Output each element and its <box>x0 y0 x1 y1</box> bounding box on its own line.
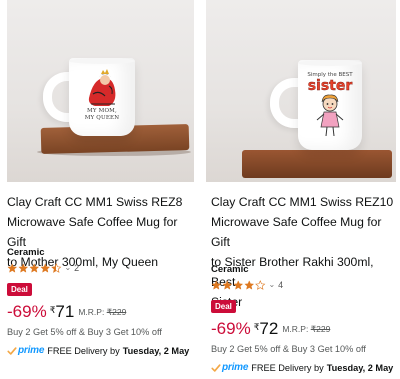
prime-label: prime <box>18 345 45 356</box>
product-title-link[interactable]: Clay Craft CC MM1 Swiss REZ8 Microwave S… <box>7 192 196 272</box>
discount-percent: -69% <box>211 319 251 338</box>
title-line: Microwave Safe Coffee Mug for Gift <box>211 215 382 249</box>
delivery-info: prime FREE Delivery by Tuesday, 2 May <box>211 362 393 373</box>
mug-print-text: MY MOM, MY QUEEN <box>73 108 131 121</box>
product-image[interactable]: Simply the BEST sister <box>206 0 396 182</box>
product-grid: MY MOM, MY QUEEN Clay Craft CC MM1 Swiss… <box>0 0 400 379</box>
mug: MY MOM, MY QUEEN <box>69 58 135 136</box>
price-amount[interactable]: 72 <box>259 319 278 339</box>
star-icon <box>233 280 244 290</box>
rating-widget[interactable]: ⌄ 2 <box>7 262 79 274</box>
review-count[interactable]: 2 <box>74 263 79 273</box>
star-icon <box>40 263 51 273</box>
mrp-label: M.R.P: <box>78 307 105 317</box>
star-rating <box>211 279 266 291</box>
offer-text: Buy 2 Get 5% off & Buy 3 Get 10% off <box>211 344 366 354</box>
prime-badge: prime <box>211 362 248 373</box>
product-brand: Ceramic <box>7 247 45 258</box>
discount-percent: -69% <box>7 302 47 321</box>
delivery-info: prime FREE Delivery by Tuesday, 2 May <box>7 345 189 356</box>
star-rating <box>7 262 62 274</box>
star-icon <box>222 280 233 290</box>
price-line: -69% ₹ 72 M.R.P: ₹229 <box>211 319 330 339</box>
prime-check-icon <box>211 363 221 372</box>
star-icon <box>211 280 222 290</box>
mug-print-line: MY QUEEN <box>84 114 120 121</box>
prime-badge: prime <box>7 345 44 356</box>
title-line: Microwave Safe Coffee Mug for Gift <box>7 215 178 249</box>
prime-check-icon <box>7 346 17 355</box>
sister-illustration: Simply the BEST sister <box>307 72 353 137</box>
title-line: Clay Craft CC MM1 Swiss REZ10 <box>211 195 394 209</box>
star-icon <box>29 263 40 273</box>
title-line: Clay Craft CC MM1 Swiss REZ8 <box>7 195 183 209</box>
offer-text: Buy 2 Get 5% off & Buy 3 Get 10% off <box>7 327 162 337</box>
chevron-down-icon[interactable]: ⌄ <box>268 280 275 290</box>
delivery-text: FREE Delivery by <box>47 345 120 356</box>
prime-label: prime <box>222 362 249 373</box>
product-brand: Ceramic <box>211 264 249 275</box>
delivery-date: Tuesday, 2 May <box>326 362 394 373</box>
star-empty-icon <box>255 279 266 290</box>
star-icon <box>7 263 18 273</box>
deal-badge: Deal <box>7 283 32 296</box>
mug: Simply the BEST sister <box>298 60 362 150</box>
price-amount[interactable]: 71 <box>55 302 74 322</box>
star-icon <box>244 280 255 290</box>
delivery-date: Tuesday, 2 May <box>122 345 190 356</box>
wood-board <box>242 150 392 178</box>
product-card: Simply the BEST sister Clay Craft CC MM1… <box>204 0 400 379</box>
product-image[interactable]: MY MOM, MY QUEEN <box>7 0 194 182</box>
mrp-value: ₹229 <box>106 307 127 317</box>
mrp-value: ₹229 <box>310 324 331 334</box>
chevron-down-icon[interactable]: ⌄ <box>64 263 71 273</box>
star-icon <box>18 263 29 273</box>
mrp-label: M.R.P: <box>282 324 309 334</box>
queen-illustration <box>88 69 116 106</box>
mrp: M.R.P: ₹229 <box>282 319 330 339</box>
mug-rim <box>69 58 135 64</box>
rating-widget[interactable]: ⌄ 4 <box>211 279 283 291</box>
review-count[interactable]: 4 <box>278 280 283 290</box>
mrp: M.R.P: ₹229 <box>78 302 126 322</box>
price-line: -69% ₹ 71 M.R.P: ₹229 <box>7 302 126 322</box>
title-line: Sister <box>211 292 396 312</box>
star-half-icon <box>51 262 62 273</box>
mug-print-line: sister <box>308 78 353 94</box>
delivery-text: FREE Delivery by <box>251 362 324 373</box>
product-title-link[interactable]: Clay Craft CC MM1 Swiss REZ10 Microwave … <box>211 192 396 312</box>
deal-badge: Deal <box>211 300 236 313</box>
product-card: MY MOM, MY QUEEN Clay Craft CC MM1 Swiss… <box>0 0 200 379</box>
